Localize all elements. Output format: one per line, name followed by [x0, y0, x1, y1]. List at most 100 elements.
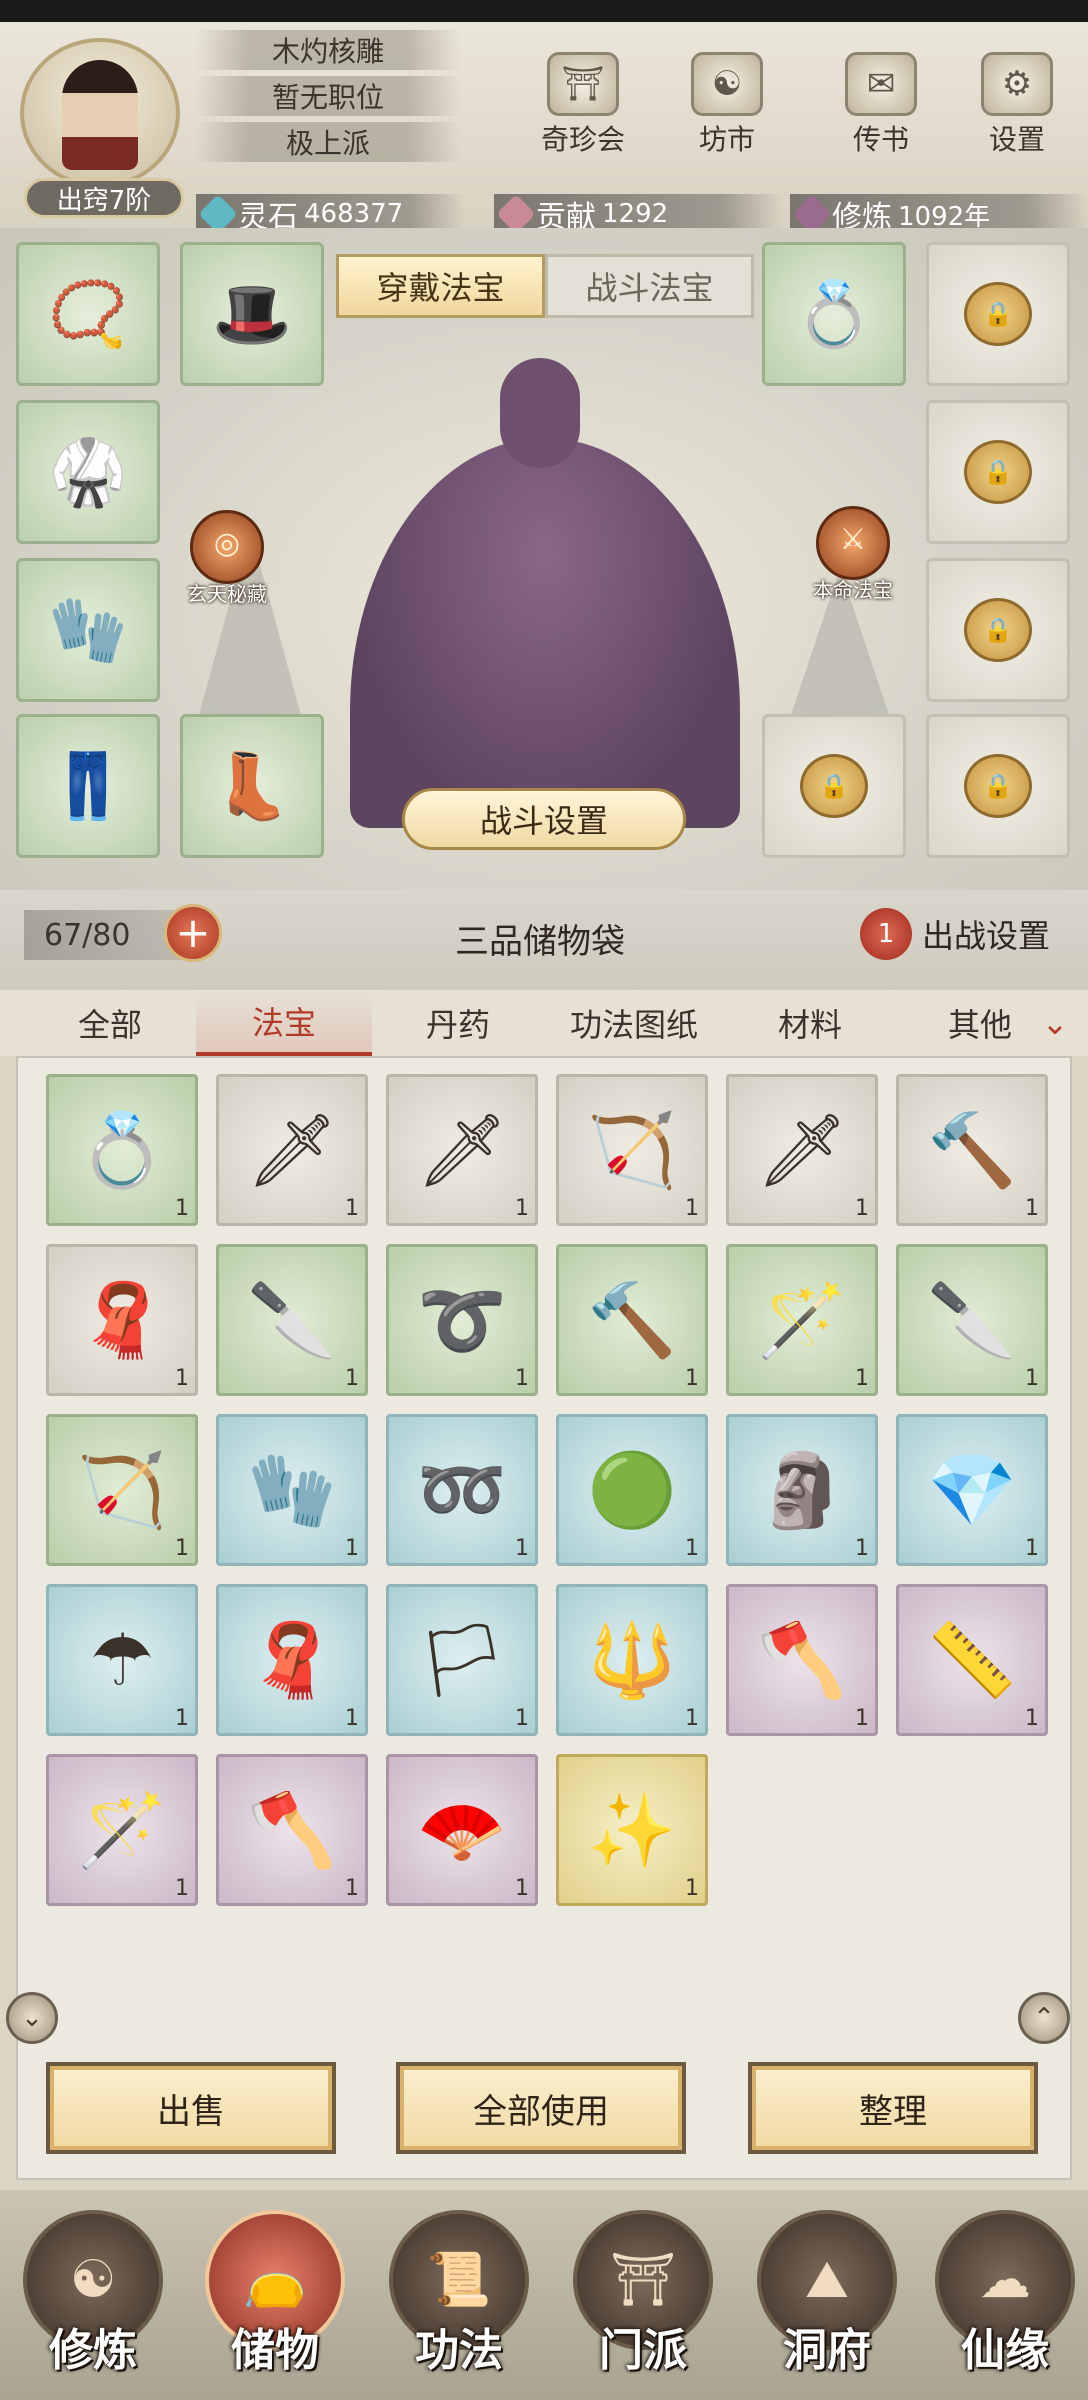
mirror-icon: 🟢	[587, 1447, 677, 1532]
expand-bag-button[interactable]: +	[164, 904, 222, 962]
inventory-item[interactable]: ➰ 1	[386, 1244, 538, 1396]
deploy-settings-label: 出战设置	[922, 917, 1051, 955]
inventory-item[interactable]: 🏹 1	[556, 1074, 708, 1226]
inventory-item[interactable]: 🧤 1	[216, 1414, 368, 1566]
deploy-settings-button[interactable]: 1 出战设置	[860, 904, 1050, 964]
inventory-item[interactable]: 🪭 1	[386, 1754, 538, 1906]
avatar[interactable]: 出窍7阶	[10, 38, 190, 218]
inventory-item[interactable]: 🏳 1	[386, 1584, 538, 1736]
axe-icon: 🪓	[247, 1787, 337, 1872]
item-count: 1	[685, 1536, 699, 1561]
inventory-item[interactable]: 🧣 1	[216, 1584, 368, 1736]
lock-icon: 🔒	[964, 598, 1032, 662]
equip-slot-pants[interactable]: 👖	[16, 714, 160, 858]
natal-treasure-button[interactable]: ⚔ 本命法宝	[798, 506, 908, 603]
nav-immortal-fate[interactable]: ☁ 仙缘	[930, 2210, 1080, 2396]
tab-technique-blueprints[interactable]: 功法图纸	[546, 990, 722, 1056]
tab-materials[interactable]: 材料	[730, 990, 890, 1056]
inventory-item[interactable]: 🔪 1	[216, 1244, 368, 1396]
nav-technique[interactable]: 📜 功法	[384, 2210, 534, 2396]
nav-cultivation[interactable]: ☯ 修炼	[18, 2210, 168, 2396]
banner-icon: 🏳	[416, 1617, 508, 1702]
character-figure	[350, 358, 740, 828]
equip-slot-hat[interactable]: 🎩	[180, 242, 324, 386]
use-all-button[interactable]: 全部使用	[396, 2062, 686, 2154]
equip-slot-boots[interactable]: 👢	[180, 714, 324, 858]
market-button[interactable]: ☯ 坊市	[672, 52, 782, 172]
sort-button[interactable]: 整理	[748, 2062, 1038, 2154]
item-count: 1	[855, 1366, 869, 1391]
locked-slot[interactable]: 🔒	[926, 242, 1070, 386]
inventory-item[interactable]: 🟢 1	[556, 1414, 708, 1566]
equip-slot-gloves[interactable]: 🧤	[16, 558, 160, 702]
inventory-item[interactable]: ✨ 1	[556, 1754, 708, 1906]
inventory-item[interactable]: 🪄 1	[46, 1754, 198, 1906]
nav-cave-abode[interactable]: ⛰ 洞府	[752, 2210, 902, 2396]
secret-treasury-button[interactable]: ◎ 玄天秘藏	[172, 510, 282, 607]
robe-icon: 🥋	[48, 435, 128, 510]
locked-slot[interactable]: 🔒	[762, 714, 906, 858]
boots-icon: 👢	[212, 749, 292, 824]
treasure-pavilion-button[interactable]: ⛩ 奇珍会	[528, 52, 638, 172]
item-count: 1	[345, 1876, 359, 1901]
inventory-item[interactable]: 🪓 1	[726, 1584, 878, 1736]
inventory-item[interactable]: ➿ 1	[386, 1414, 538, 1566]
item-count: 1	[855, 1536, 869, 1561]
inventory-panel: 💍 1 🗡 1 🗡 1 🏹 1 🗡 1 🔨 1 🧣 1 🔪 1 ➰ 1 🔨 1 🪄 1 🔪 1 🏹 1 🧤 1 ➿ 1 🟢 1 🗿 1 💎 1 ☂ 1 🧣 1…	[16, 1056, 1072, 2180]
inventory-item[interactable]: 🪄 1	[726, 1244, 878, 1396]
bag-title: 三品储物袋	[455, 922, 625, 962]
inventory-item[interactable]: ☂ 1	[46, 1584, 198, 1736]
nav-immortal-fate-label: 仙缘	[961, 2325, 1049, 2376]
bag-bar: 67/80 + 三品储物袋 1 出战设置	[0, 890, 1088, 990]
glove-icon: 🧤	[48, 593, 128, 668]
inventory-item[interactable]: 🗡 1	[216, 1074, 368, 1226]
tab-treasure[interactable]: 法宝	[196, 990, 372, 1056]
item-count: 1	[175, 1536, 189, 1561]
settings-button[interactable]: ⚙ 设置	[962, 52, 1072, 172]
inventory-item[interactable]: 🔨 1	[556, 1244, 708, 1396]
nav-cave-abode-label: 洞府	[783, 2325, 871, 2376]
chevron-down-icon[interactable]: ⌄	[1030, 990, 1080, 1056]
inventory-item[interactable]: 🗿 1	[726, 1414, 878, 1566]
inventory-item[interactable]: 🔪 1	[896, 1244, 1048, 1396]
scroll-down-button[interactable]: ⌄	[6, 1992, 58, 2044]
treasure-pavilion-icon: ⛩	[547, 52, 619, 116]
inventory-item[interactable]: 🗡 1	[386, 1074, 538, 1226]
inventory-item[interactable]: 🧣 1	[46, 1244, 198, 1396]
inventory-item[interactable]: 📏 1	[896, 1584, 1048, 1736]
market-icon: ☯	[691, 52, 763, 116]
bottom-nav: ☯ 修炼 👝 储物 📜 功法 ⛩ 门派 ⛰ 洞府 ☁ 仙缘	[0, 2190, 1088, 2400]
nav-storage[interactable]: 👝 储物	[200, 2210, 350, 2396]
equip-slot-robe[interactable]: 🥋	[16, 400, 160, 544]
battle-settings-button[interactable]: 战斗设置	[402, 788, 686, 850]
item-count: 1	[515, 1536, 529, 1561]
inventory-item[interactable]: 💎 1	[896, 1414, 1048, 1566]
equip-slot-ring[interactable]: 💍	[762, 242, 906, 386]
rank-badge: 出窍7阶	[24, 178, 184, 218]
jade-seal-icon: 🗿	[757, 1447, 847, 1532]
tab-battle-treasure[interactable]: 战斗法宝	[545, 254, 754, 318]
letter-button[interactable]: ✉ 传书	[826, 52, 936, 172]
inventory-item[interactable]: 💍 1	[46, 1074, 198, 1226]
locked-slot[interactable]: 🔒	[926, 558, 1070, 702]
status-bar	[0, 0, 1088, 22]
inventory-item[interactable]: 🔨 1	[896, 1074, 1048, 1226]
scroll-up-button[interactable]: ⌃	[1018, 1992, 1070, 2044]
inventory-item[interactable]: 🏹 1	[46, 1414, 198, 1566]
inventory-item[interactable]: 🔱 1	[556, 1584, 708, 1736]
rope-icon: ➿	[417, 1447, 507, 1532]
tab-worn-treasure[interactable]: 穿戴法宝	[336, 254, 545, 318]
locked-slot[interactable]: 🔒	[926, 714, 1070, 858]
golden-wand-icon: ✨	[587, 1787, 677, 1872]
jade-sword-icon: 🗡	[416, 1107, 508, 1192]
inventory-item[interactable]: 🗡 1	[726, 1074, 878, 1226]
tab-pills[interactable]: 丹药	[378, 990, 538, 1056]
inventory-item[interactable]: 🪓 1	[216, 1754, 368, 1906]
sell-button[interactable]: 出售	[46, 2062, 336, 2154]
tab-all[interactable]: 全部	[30, 990, 190, 1056]
locked-slot[interactable]: 🔒	[926, 400, 1070, 544]
equip-slot-necklace[interactable]: 📿	[16, 242, 160, 386]
item-count: 1	[175, 1196, 189, 1221]
ruyi-scepter-icon: 🪄	[757, 1277, 847, 1362]
nav-sect[interactable]: ⛩ 门派	[568, 2210, 718, 2396]
